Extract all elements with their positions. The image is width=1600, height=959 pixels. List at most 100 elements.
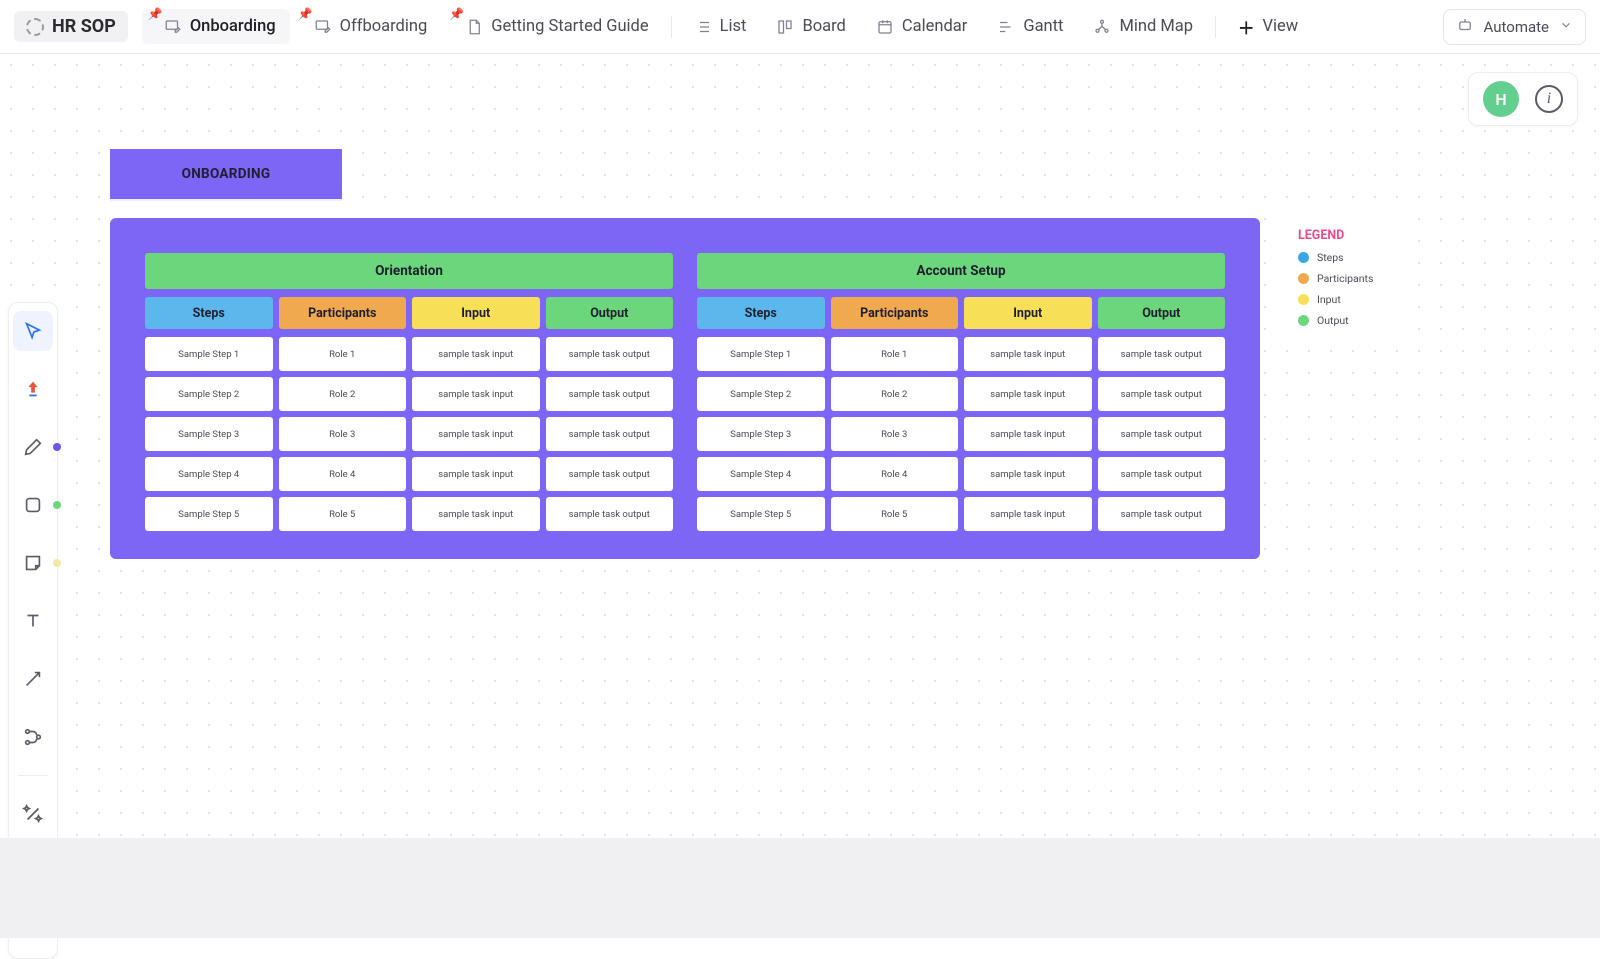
table-cell[interactable]: Sample Step 1: [697, 337, 825, 371]
table-cell[interactable]: sample task output: [1098, 417, 1226, 451]
col-header-participants[interactable]: Participants: [831, 297, 959, 329]
tool-upgrade[interactable]: [13, 369, 53, 409]
onboarding-label[interactable]: ONBOARDING: [110, 149, 342, 199]
table-cell[interactable]: Sample Step 3: [145, 417, 273, 451]
table-cell[interactable]: Sample Step 3: [697, 417, 825, 451]
col-header-output[interactable]: Output: [546, 297, 674, 329]
col-header-steps[interactable]: Steps: [145, 297, 273, 329]
tool-color-dot: [53, 501, 61, 509]
table-row: Sample Step 4Role 4sample task inputsamp…: [697, 457, 1225, 491]
tool-pen[interactable]: [13, 427, 53, 467]
tool-sticky[interactable]: [13, 543, 53, 583]
legend-card[interactable]: LEGEND Steps Participants Input Output: [1286, 218, 1414, 349]
table-cell[interactable]: Role 1: [279, 337, 407, 371]
table-cell[interactable]: sample task input: [964, 457, 1092, 491]
tab-label: Offboarding: [340, 17, 428, 36]
list-icon: [694, 18, 712, 36]
col-header-participants[interactable]: Participants: [279, 297, 407, 329]
avatar[interactable]: H: [1483, 81, 1519, 117]
table-cell[interactable]: sample task output: [1098, 377, 1226, 411]
legend-dot-steps: [1298, 252, 1309, 263]
table-row: Sample Step 3Role 3sample task inputsamp…: [697, 417, 1225, 451]
table-cell[interactable]: Sample Step 5: [697, 497, 825, 531]
table-cell[interactable]: Role 5: [279, 497, 407, 531]
legend-item: Input: [1298, 293, 1402, 306]
tab-offboarding[interactable]: 📌 Offboarding: [292, 9, 442, 44]
table-cell[interactable]: sample task output: [546, 377, 674, 411]
table-cell[interactable]: Role 4: [831, 457, 959, 491]
tab-mindmap[interactable]: Mind Map: [1079, 9, 1207, 44]
canvas[interactable]: H i: [0, 54, 1600, 938]
table-cell[interactable]: sample task input: [412, 377, 540, 411]
tool-shape[interactable]: [13, 485, 53, 525]
tool-color-dot: [53, 443, 61, 451]
col-header-output[interactable]: Output: [1098, 297, 1226, 329]
table-cell[interactable]: Sample Step 2: [697, 377, 825, 411]
robot-icon: [1456, 16, 1474, 38]
table-row: Sample Step 1Role 1sample task inputsamp…: [145, 337, 673, 371]
table-cell[interactable]: sample task input: [412, 497, 540, 531]
tab-board[interactable]: Board: [762, 9, 859, 44]
section-title[interactable]: Orientation: [145, 253, 673, 289]
tool-connector[interactable]: [13, 659, 53, 699]
table-cell[interactable]: Sample Step 4: [697, 457, 825, 491]
table-cell[interactable]: sample task output: [546, 417, 674, 451]
section-rows: Sample Step 1Role 1sample task inputsamp…: [697, 337, 1225, 531]
tabs: 📌 Onboarding 📌 Offboarding 📌 Getting Sta…: [142, 7, 1312, 47]
tool-magic[interactable]: [13, 794, 53, 834]
topbar: HR SOP 📌 Onboarding 📌 Offboarding 📌 Gett…: [0, 0, 1600, 54]
tab-list[interactable]: List: [680, 9, 761, 44]
table-cell[interactable]: sample task output: [1098, 497, 1226, 531]
table-cell[interactable]: sample task input: [412, 457, 540, 491]
table-cell[interactable]: sample task output: [546, 457, 674, 491]
table-cell[interactable]: sample task output: [1098, 337, 1226, 371]
col-header-input[interactable]: Input: [412, 297, 540, 329]
table-cell[interactable]: Sample Step 1: [145, 337, 273, 371]
mindmap-icon: [1093, 18, 1111, 36]
table-cell[interactable]: sample task output: [546, 337, 674, 371]
col-header-input[interactable]: Input: [964, 297, 1092, 329]
project-title: HR SOP: [52, 16, 116, 37]
tab-onboarding[interactable]: 📌 Onboarding: [142, 9, 290, 44]
legend-dot-participants: [1298, 273, 1309, 284]
table-cell[interactable]: Role 5: [831, 497, 959, 531]
project-chip[interactable]: HR SOP: [14, 11, 128, 42]
table-cell[interactable]: sample task input: [412, 337, 540, 371]
tab-calendar[interactable]: Calendar: [862, 9, 981, 44]
table-cell[interactable]: Sample Step 5: [145, 497, 273, 531]
table-cell[interactable]: Role 1: [831, 337, 959, 371]
table-cell[interactable]: sample task input: [964, 417, 1092, 451]
table-cell[interactable]: Role 2: [831, 377, 959, 411]
tab-label: Gantt: [1023, 17, 1063, 36]
tab-gantt[interactable]: Gantt: [983, 9, 1077, 44]
tool-text[interactable]: [13, 601, 53, 641]
onboarding-card[interactable]: Orientation Steps Participants Input Out…: [110, 218, 1260, 559]
tab-getting-started[interactable]: 📌 Getting Started Guide: [443, 9, 662, 44]
table-cell[interactable]: Sample Step 2: [145, 377, 273, 411]
table-cell[interactable]: Role 3: [279, 417, 407, 451]
pin-icon: 📌: [449, 7, 464, 21]
legend-item: Output: [1298, 314, 1402, 327]
sidebar-divider: [18, 775, 48, 776]
tab-label: List: [720, 17, 747, 36]
gantt-icon: [997, 18, 1015, 36]
table-cell[interactable]: sample task input: [412, 417, 540, 451]
info-icon[interactable]: i: [1535, 85, 1563, 113]
add-view-button[interactable]: ＋ View: [1224, 7, 1312, 47]
table-cell[interactable]: sample task input: [964, 337, 1092, 371]
table-cell[interactable]: sample task input: [964, 377, 1092, 411]
table-cell[interactable]: sample task output: [546, 497, 674, 531]
table-cell[interactable]: Role 2: [279, 377, 407, 411]
table-cell[interactable]: Sample Step 4: [145, 457, 273, 491]
tool-pointer[interactable]: [13, 311, 53, 351]
section-title[interactable]: Account Setup: [697, 253, 1225, 289]
pin-icon: 📌: [298, 7, 313, 21]
col-header-steps[interactable]: Steps: [697, 297, 825, 329]
automate-button[interactable]: Automate: [1443, 9, 1586, 45]
tab-label: Onboarding: [190, 17, 276, 36]
tool-flow[interactable]: [13, 717, 53, 757]
table-cell[interactable]: Role 4: [279, 457, 407, 491]
table-cell[interactable]: Role 3: [831, 417, 959, 451]
table-cell[interactable]: sample task input: [964, 497, 1092, 531]
table-cell[interactable]: sample task output: [1098, 457, 1226, 491]
